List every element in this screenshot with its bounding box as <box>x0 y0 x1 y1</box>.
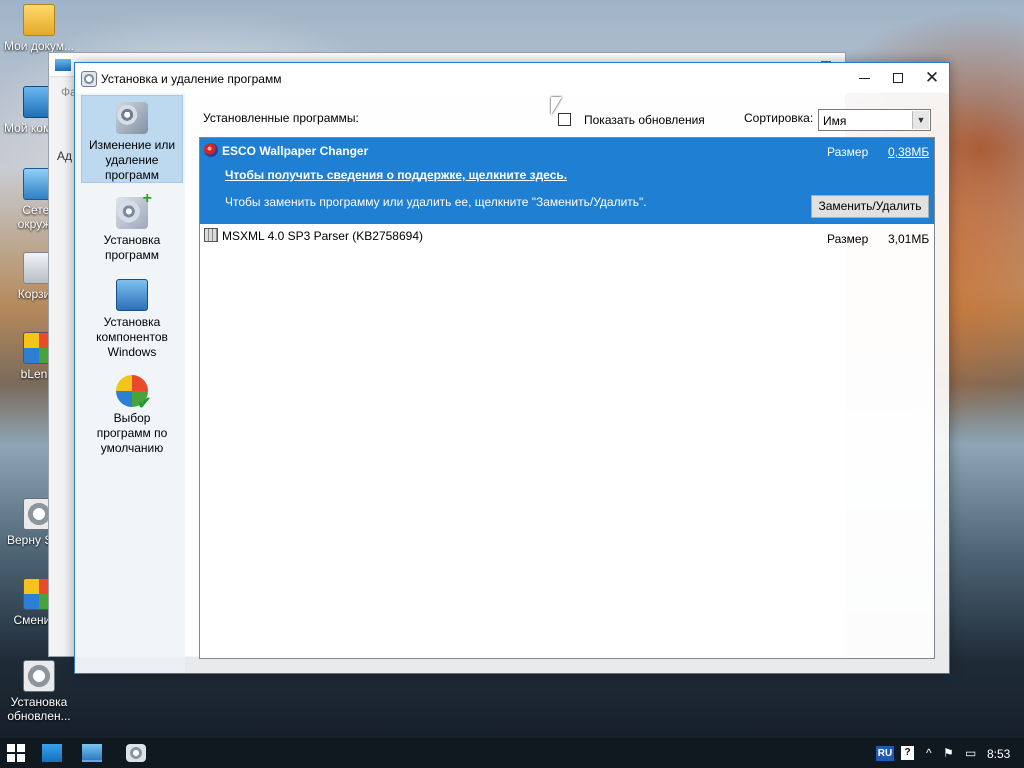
chevron-up-icon[interactable]: ^ <box>926 746 932 760</box>
default-programs-icon <box>116 375 152 411</box>
maximize-button[interactable] <box>881 63 915 93</box>
desktop-icon-install-updates[interactable]: Установка обновлен... <box>2 660 76 723</box>
sidebar-item-label: Установка программ <box>103 233 161 262</box>
sort-label: Сортировка: <box>744 111 814 125</box>
program-icon <box>204 143 218 157</box>
help-icon[interactable]: ? <box>901 746 914 760</box>
language-indicator[interactable]: RU <box>876 746 894 761</box>
desktop-icon-my-documents[interactable]: Мои докум... <box>2 4 76 53</box>
sidebar-item-default-programs[interactable]: Выбор программ по умолчанию <box>81 375 183 457</box>
minimize-icon <box>859 78 870 79</box>
background-window-address-fragment: Ад <box>57 149 73 163</box>
windows-components-icon <box>116 279 148 311</box>
add-remove-programs-icon <box>81 71 97 87</box>
taskbar-app-computer[interactable] <box>82 744 102 762</box>
program-name: MSXML 4.0 SP3 Parser (KB2758694) <box>222 229 423 243</box>
sort-select[interactable]: Имя ▼ <box>818 109 931 131</box>
window-title: Установка и удаление программ <box>101 72 282 86</box>
program-size-label: Размер <box>827 232 869 246</box>
change-remove-instructions: Чтобы заменить программу или удалить ее,… <box>225 195 647 209</box>
sidebar-item-label: Выбор программ по умолчанию <box>96 411 168 455</box>
notification-flag-icon[interactable]: ⚑ <box>943 746 954 760</box>
sidebar-item-add-programs[interactable]: Установка программ <box>81 191 183 265</box>
sidebar-item-windows-components[interactable]: Установка компонентов Windows <box>81 279 183 359</box>
mouse-cursor-icon <box>551 97 562 115</box>
desktop-icon-label: Мои докум... <box>3 39 75 53</box>
network-tray-icon[interactable]: ▭ <box>965 746 976 760</box>
minimize-button[interactable] <box>847 63 881 93</box>
gear-icon <box>23 660 55 692</box>
close-button[interactable]: ✕ <box>915 63 949 93</box>
sort-select-value: Имя <box>823 114 847 128</box>
taskbar-app-add-remove-programs[interactable] <box>126 744 146 762</box>
maximize-icon <box>893 73 903 83</box>
installed-programs-list[interactable]: ESCO Wallpaper Changer Размер 0,38МБ Что… <box>199 137 935 659</box>
program-size-value[interactable]: 0,38МБ <box>888 145 929 159</box>
show-updates-label[interactable]: Показать обновления <box>584 113 705 127</box>
add-programs-icon <box>116 191 152 229</box>
program-row-selected[interactable]: ESCO Wallpaper Changer Размер 0,38МБ Что… <box>200 138 934 224</box>
computer-icon <box>55 59 71 71</box>
folder-icon <box>23 4 55 36</box>
sidebar-item-change-remove[interactable]: Изменение или удаление программ <box>81 95 183 183</box>
program-size-value: 3,01МБ <box>888 232 930 246</box>
start-button[interactable] <box>7 744 25 762</box>
clock[interactable]: 8:53 <box>987 747 1010 761</box>
support-info-link[interactable]: Чтобы получить сведения о поддержке, щел… <box>225 168 567 182</box>
desktop-icon-label: Установка обновлен... <box>7 695 71 723</box>
chevron-down-icon[interactable]: ▼ <box>912 111 929 129</box>
sidebar-item-label: Установка компонентов Windows <box>96 315 168 359</box>
program-size-label: Размер <box>827 145 869 159</box>
titlebar: Установка и удаление программ ✕ <box>75 63 949 93</box>
change-remove-button[interactable]: Заменить/Удалить <box>811 195 929 218</box>
sidebar: Изменение или удаление программ Установк… <box>75 93 185 673</box>
taskbar: RU ? ^ ⚑ ▭ 8:53 <box>0 738 1024 768</box>
taskbar-app-explorer[interactable] <box>42 744 62 762</box>
installed-programs-label: Установленные программы: <box>203 111 359 125</box>
add-remove-programs-window: Установка и удаление программ ✕ Изменени… <box>74 62 950 674</box>
change-remove-programs-icon <box>116 102 148 134</box>
program-icon <box>204 228 218 242</box>
sidebar-item-label: Изменение или удаление программ <box>88 138 176 182</box>
program-name: ESCO Wallpaper Changer <box>222 144 369 158</box>
program-row[interactable]: MSXML 4.0 SP3 Parser (KB2758694) Размер … <box>200 224 934 248</box>
